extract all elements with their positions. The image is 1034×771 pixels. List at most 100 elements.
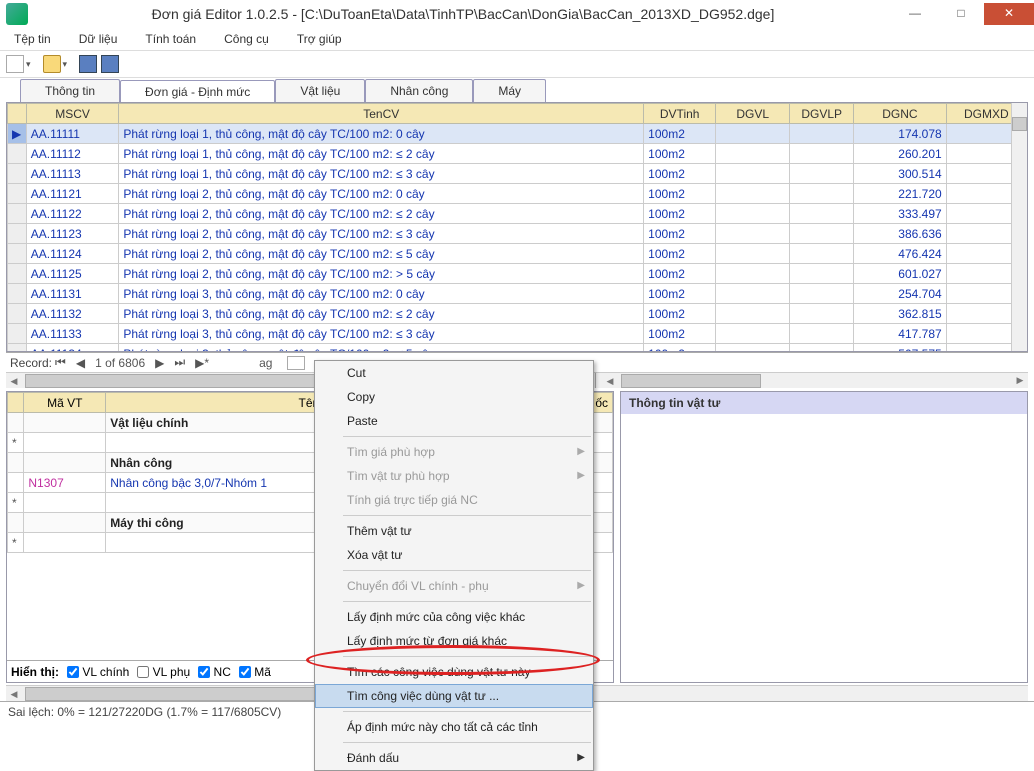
chk-vlchinh[interactable]: VL chính [67,665,129,679]
cell-unit: 100m2 [644,184,716,204]
table-row[interactable]: AA.11132Phát rừng loại 3, thủ công, mật … [8,304,1027,324]
hscroll-right-arrow-icon[interactable]: ▶ [1012,373,1028,388]
hscroll-right-thumb[interactable] [621,374,761,388]
hscroll-right-left-arrow-icon[interactable]: ◀ [602,374,618,389]
reset-button[interactable] [287,356,305,370]
cell-dgnc: 260.201 [854,144,947,164]
col-tencv[interactable]: TenCV [119,104,644,124]
table-row[interactable]: AA.11112Phát rừng loại 1, thủ công, mật … [8,144,1027,164]
nav-prev-icon[interactable]: ◀ [73,356,88,370]
tab-info[interactable]: Thông tin [20,79,120,102]
chk-vlphu[interactable]: VL phụ [137,665,190,679]
cell-name: Phát rừng loại 1, thủ công, mật độ cây T… [119,124,644,144]
cell-name: Phát rừng loại 2, thủ công, mật độ cây T… [119,244,644,264]
open-icon[interactable] [43,55,61,73]
table-row[interactable]: AA.11124Phát rừng loại 2, thủ công, mật … [8,244,1027,264]
cell-code: AA.11113 [26,164,119,184]
grid-vscrollbar[interactable] [1011,103,1027,351]
app-icon [6,3,28,25]
cell-unit: 100m2 [644,144,716,164]
open-dropdown-icon[interactable]: ▾ [63,59,68,70]
record-label: Record: [10,356,52,370]
cell-dgnc: 386.636 [854,224,947,244]
tab-vatlieu[interactable]: Vật liệu [275,79,365,102]
ctx-tim-vt: Tìm vật tư phù hợp▶ [315,464,593,488]
ctx-cut[interactable]: Cut [315,361,593,385]
titlebar: Đơn giá Editor 1.0.2.5 - [C:\DuToanEta\D… [0,0,1034,28]
cell-unit: 100m2 [644,344,716,353]
col-dgvlp[interactable]: DGVLP [790,104,854,124]
chk-nc[interactable]: NC [198,665,231,679]
col-dvtinh[interactable]: DVTinh [644,104,716,124]
ctx-danh-dau[interactable]: Đánh dấu▶ [315,746,593,770]
tabstrip: Thông tin Đơn giá - Định mức Vật liệu Nh… [0,78,1034,102]
nav-last-icon[interactable]: ⏭ [171,355,188,370]
g2-corner [8,393,24,413]
ctx-paste[interactable]: Paste [315,409,593,433]
table-row[interactable]: AA.11113Phát rừng loại 1, thủ công, mật … [8,164,1027,184]
table-row[interactable]: AA.11131Phát rừng loại 3, thủ công, mật … [8,284,1027,304]
cell-name: Phát rừng loại 3, thủ công, mật độ cây T… [119,304,644,324]
cell-dgnc: 476.424 [854,244,947,264]
ctx-lay-dm[interactable]: Lấy định mức của công việc khác [315,605,593,629]
tab-nhancong[interactable]: Nhân công [365,79,473,102]
table-row[interactable]: AA.11122Phát rừng loại 2, thủ công, mật … [8,204,1027,224]
table-row[interactable]: AA.11123Phát rừng loại 2, thủ công, mật … [8,224,1027,244]
ctx-them-vt[interactable]: Thêm vật tư [315,519,593,543]
new-icon[interactable] [6,55,24,73]
cell-dgnc: 601.027 [854,264,947,284]
material-code: N1307 [24,473,106,493]
table-row[interactable]: AA.11133Phát rừng loại 3, thủ công, mật … [8,324,1027,344]
nav-first-icon[interactable]: ⏮ [52,355,69,370]
cell-name: Phát rừng loại 3, thủ công, mật độ cây T… [119,344,644,353]
ctx-lay-dg[interactable]: Lấy định mức từ đơn giá khác [315,629,593,653]
table-row[interactable]: AA.11125Phát rừng loại 2, thủ công, mật … [8,264,1027,284]
new-dropdown-icon[interactable]: ▾ [26,59,31,70]
cell-dgnc: 507.575 [854,344,947,353]
ctx-copy[interactable]: Copy [315,385,593,409]
window-title: Đơn giá Editor 1.0.2.5 - [C:\DuToanEta\D… [34,6,892,22]
table-row[interactable]: ▶AA.11111Phát rừng loại 1, thủ công, mật… [8,124,1027,144]
nav-new-icon[interactable]: ▶* [192,356,212,370]
menu-data[interactable]: Dữ liệu [75,30,122,48]
cell-name: Phát rừng loại 2, thủ công, mật độ cây T… [119,224,644,244]
ctx-xoa-vt[interactable]: Xóa vật tư [315,543,593,567]
close-button[interactable]: ✕ [984,3,1034,25]
nav-next-icon[interactable]: ▶ [152,356,167,370]
ctx-ap-dinh-muc[interactable]: Áp định mức này cho tất cả các tỉnh [315,715,593,739]
menu-file[interactable]: Tệp tin [10,30,55,48]
cell-code: AA.11125 [26,264,119,284]
ctx-tim-cv-nay[interactable]: Tìm các công việc dùng vật tư này [315,660,593,684]
cell-code: AA.11124 [26,244,119,264]
table-row[interactable]: AA.11121Phát rừng loại 2, thủ công, mật … [8,184,1027,204]
chk-ma[interactable]: Mã [239,665,271,679]
menu-calc[interactable]: Tính toán [141,30,200,48]
lower-hscroll-left-icon[interactable]: ◀ [6,687,22,702]
tab-may[interactable]: Máy [473,79,546,102]
submenu-arrow-icon: ▶ [577,470,585,481]
cell-name: Phát rừng loại 2, thủ công, mật độ cây T… [119,264,644,284]
maximize-button[interactable]: □ [938,3,984,25]
cell-unit: 100m2 [644,244,716,264]
save-all-icon[interactable] [101,55,119,73]
menu-help[interactable]: Trợ giúp [293,30,346,48]
ctx-tinh-gia: Tính giá trực tiếp giá NC [315,488,593,512]
ctx-tim-cv[interactable]: Tìm công việc dùng vật tư ... [315,684,593,708]
cell-code: AA.11132 [26,304,119,324]
cell-unit: 100m2 [644,284,716,304]
info-panel-title: Thông tin vật tư [621,392,1027,414]
hscroll-left-arrow-icon[interactable]: ◀ [6,374,22,389]
cell-unit: 100m2 [644,264,716,284]
context-menu: Cut Copy Paste Tìm giá phù hợp▶ Tìm vật … [314,360,594,771]
tab-dongia[interactable]: Đơn giá - Định mức [120,80,275,103]
col-dgvl[interactable]: DGVL [716,104,790,124]
col-mavt[interactable]: Mã VT [24,393,106,413]
col-dgnc[interactable]: DGNC [854,104,947,124]
cell-dgnc: 300.514 [854,164,947,184]
minimize-button[interactable]: — [892,3,938,25]
col-mscv[interactable]: MSCV [26,104,119,124]
main-grid[interactable]: MSCV TenCV DVTinh DGVL DGVLP DGNC DGMXD … [6,102,1028,352]
table-row[interactable]: AA.11134Phát rừng loại 3, thủ công, mật … [8,344,1027,353]
save-icon[interactable] [79,55,97,73]
menu-tools[interactable]: Công cụ [220,30,273,48]
